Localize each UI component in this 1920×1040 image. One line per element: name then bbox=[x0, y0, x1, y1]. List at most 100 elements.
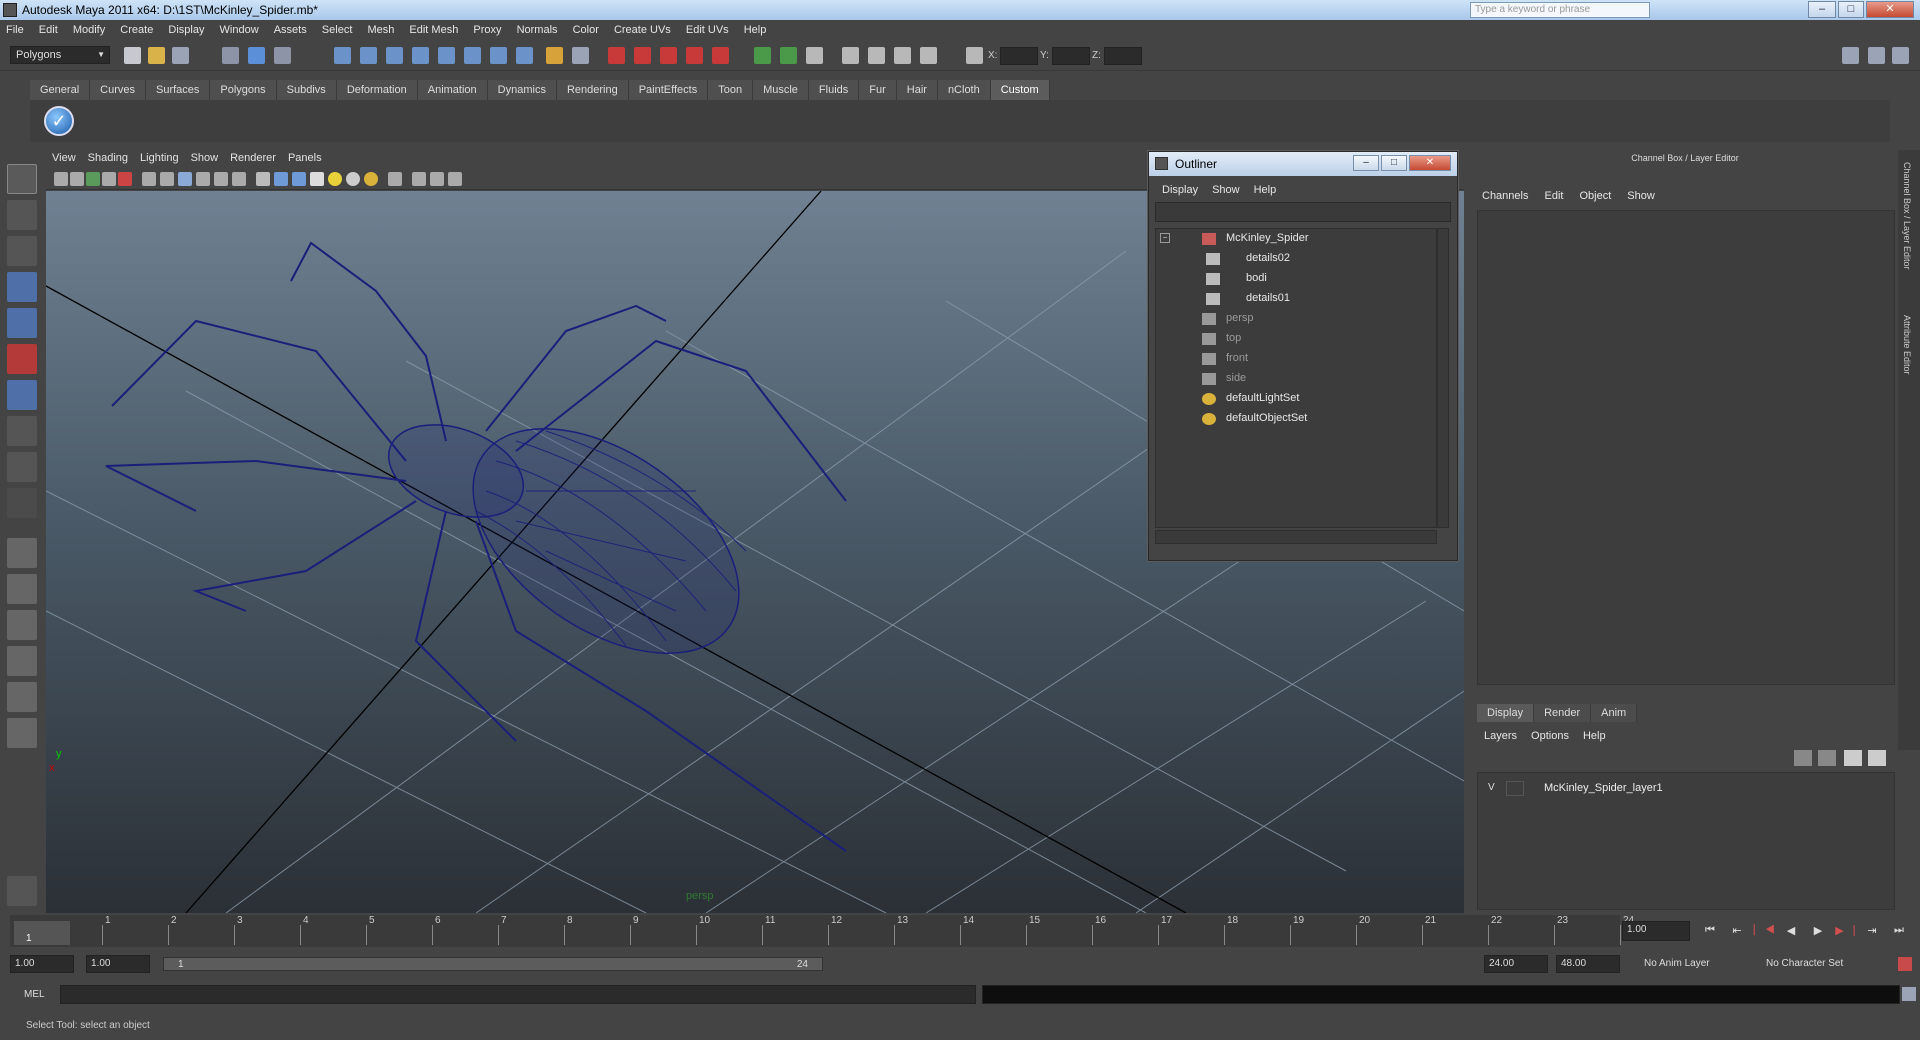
spider-wireframe[interactable] bbox=[105, 241, 847, 852]
shelf-tab-custom[interactable]: Custom bbox=[990, 80, 1050, 100]
character-set-dropdown[interactable]: No Character Set bbox=[1766, 955, 1843, 973]
snap-point-icon[interactable] bbox=[386, 47, 403, 64]
maximize-button[interactable]: □ bbox=[1838, 1, 1864, 18]
menu-modify[interactable]: Modify bbox=[67, 20, 111, 36]
step-forward-frame-icon[interactable]: ▶⎹ bbox=[1835, 924, 1855, 940]
outliner-item[interactable]: bodi bbox=[1206, 272, 1267, 288]
paint-select-tool-icon[interactable] bbox=[7, 236, 37, 266]
vp-menu-view[interactable]: View bbox=[46, 150, 82, 164]
bookmark-icon[interactable] bbox=[86, 172, 100, 186]
vp-menu-shading[interactable]: Shading bbox=[82, 150, 134, 164]
menu-window[interactable]: Window bbox=[214, 20, 265, 36]
outliner-layout-icon[interactable] bbox=[7, 682, 37, 712]
script-language-label[interactable]: MEL bbox=[24, 989, 45, 1000]
render-current-icon[interactable] bbox=[608, 47, 625, 64]
soft-mod-tool-icon[interactable] bbox=[7, 416, 37, 446]
menu-proxy[interactable]: Proxy bbox=[467, 20, 507, 36]
field-chart-icon[interactable] bbox=[196, 172, 210, 186]
layout-icon-2[interactable] bbox=[1868, 47, 1885, 64]
menu-display[interactable]: Display bbox=[162, 20, 210, 36]
new-layer-selected-icon[interactable] bbox=[1868, 750, 1886, 766]
open-scene-icon[interactable] bbox=[148, 47, 165, 64]
isolate-select-icon[interactable] bbox=[388, 172, 402, 186]
persp-outliner-layout-icon[interactable] bbox=[7, 610, 37, 640]
side-tab-channel-box[interactable]: Channel Box / Layer Editor bbox=[1902, 162, 1912, 270]
render-settings-icon[interactable] bbox=[660, 47, 677, 64]
menu-edit[interactable]: Edit bbox=[33, 20, 64, 36]
outliner-item[interactable]: details02 bbox=[1206, 252, 1290, 268]
snap-surface-icon[interactable] bbox=[464, 47, 481, 64]
minimize-button[interactable]: – bbox=[1808, 1, 1836, 18]
cb-menu-object[interactable]: Object bbox=[1571, 190, 1619, 202]
current-frame-field[interactable]: 1.00 bbox=[1622, 921, 1690, 941]
outliner-minimize-button[interactable]: – bbox=[1353, 155, 1379, 171]
shelf-tab-surfaces[interactable]: Surfaces bbox=[145, 80, 211, 100]
play-backwards-icon[interactable]: ◀ bbox=[1781, 924, 1801, 940]
menu-color[interactable]: Color bbox=[567, 20, 605, 36]
layer-tab-display[interactable]: Display bbox=[1477, 704, 1535, 722]
menu-set-selector[interactable]: Polygons ▼ bbox=[10, 46, 110, 64]
shelf-tab-general[interactable]: General bbox=[30, 80, 91, 100]
move-layer-up-icon[interactable] bbox=[1794, 750, 1812, 766]
auto-key-icon[interactable] bbox=[1898, 957, 1912, 971]
command-input[interactable] bbox=[60, 985, 976, 1004]
snap-view-plane-icon[interactable] bbox=[412, 47, 429, 64]
menu-create-uvs[interactable]: Create UVs bbox=[608, 20, 677, 36]
cb-menu-show[interactable]: Show bbox=[1619, 190, 1663, 202]
shelf-tab-curves[interactable]: Curves bbox=[90, 80, 146, 100]
layer-menu-layers[interactable]: Layers bbox=[1477, 728, 1524, 744]
new-layer-icon[interactable] bbox=[1844, 750, 1862, 766]
last-tool-icon[interactable] bbox=[7, 488, 37, 518]
all-lights-icon[interactable] bbox=[346, 172, 360, 186]
select-tool-icon[interactable] bbox=[7, 164, 37, 194]
layer-visibility-toggle[interactable]: V bbox=[1488, 782, 1495, 793]
script-editor-icon[interactable] bbox=[1902, 987, 1916, 1001]
menu-assets[interactable]: Assets bbox=[268, 20, 313, 36]
input-ops-icon[interactable] bbox=[546, 47, 563, 64]
save-scene-icon[interactable] bbox=[172, 47, 189, 64]
rotate-tool-icon[interactable] bbox=[7, 308, 37, 338]
layer-tab-render[interactable]: Render bbox=[1534, 704, 1592, 722]
safe-action-icon[interactable] bbox=[214, 172, 228, 186]
menu-mesh[interactable]: Mesh bbox=[361, 20, 400, 36]
layer-menu-help[interactable]: Help bbox=[1576, 728, 1613, 744]
help-question-icon[interactable] bbox=[516, 47, 533, 64]
cb-menu-channels[interactable]: Channels bbox=[1474, 190, 1536, 202]
outliner-item[interactable]: McKinley_Spider bbox=[1202, 232, 1309, 248]
menu-edit-uvs[interactable]: Edit UVs bbox=[680, 20, 735, 36]
safe-title-icon[interactable] bbox=[232, 172, 246, 186]
wireframe-on-shaded-icon[interactable] bbox=[292, 172, 306, 186]
anim-end-field[interactable]: 48.00 bbox=[1556, 955, 1620, 973]
shelf-tab-fur[interactable]: Fur bbox=[859, 80, 897, 100]
snap-grid-icon[interactable] bbox=[334, 47, 351, 64]
grid-toggle-icon[interactable] bbox=[118, 172, 132, 186]
vp-menu-panels[interactable]: Panels bbox=[282, 150, 328, 164]
shelf-tab-deformation[interactable]: Deformation bbox=[336, 80, 418, 100]
show-manip-tool-icon[interactable] bbox=[7, 452, 37, 482]
close-button[interactable]: ✕ bbox=[1866, 1, 1914, 18]
side-tab-attribute-editor[interactable]: Attribute Editor bbox=[1902, 315, 1912, 375]
outliner-maximize-button[interactable]: □ bbox=[1381, 155, 1407, 171]
outliner-item[interactable]: persp bbox=[1202, 312, 1254, 328]
step-forward-key-icon[interactable]: ⇥ bbox=[1862, 924, 1882, 940]
new-scene-icon[interactable] bbox=[124, 47, 141, 64]
vp-menu-show[interactable]: Show bbox=[185, 150, 225, 164]
vp-menu-lighting[interactable]: Lighting bbox=[134, 150, 185, 164]
x-field[interactable] bbox=[1000, 47, 1038, 65]
camera-attr-icon[interactable] bbox=[70, 172, 84, 186]
cam-icon[interactable] bbox=[842, 47, 859, 64]
smooth-shade-icon[interactable] bbox=[274, 172, 288, 186]
textured-icon[interactable] bbox=[310, 172, 324, 186]
xray-icon[interactable] bbox=[412, 172, 426, 186]
outliner-item[interactable]: side bbox=[1202, 372, 1246, 388]
select-component-icon[interactable] bbox=[274, 47, 291, 64]
transform-field-icon[interactable] bbox=[966, 47, 983, 64]
hud-icon[interactable] bbox=[448, 172, 462, 186]
default-light-icon[interactable] bbox=[328, 172, 342, 186]
start-time-field[interactable]: 1.00 bbox=[10, 955, 74, 973]
history-icon[interactable] bbox=[490, 47, 507, 64]
outliner-item[interactable]: front bbox=[1202, 352, 1248, 368]
layer-row[interactable]: V McKinley_Spider_layer1 bbox=[1484, 781, 1890, 797]
go-to-end-icon[interactable]: ⏭ bbox=[1889, 924, 1909, 940]
outliner-filter-input[interactable] bbox=[1155, 202, 1451, 222]
